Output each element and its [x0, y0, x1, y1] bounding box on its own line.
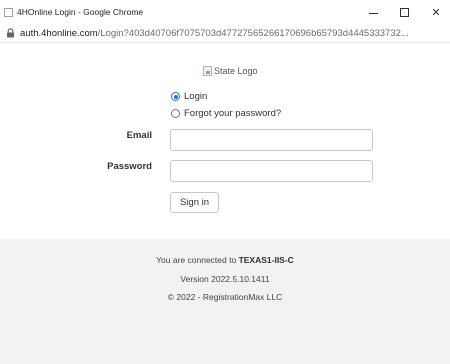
connection-info: You are connected to TEXAS1-IIS-C [0, 255, 450, 265]
lock-icon [7, 28, 14, 38]
email-label: Email [126, 130, 152, 141]
close-button[interactable]: ✕ [424, 4, 448, 20]
window-title: 4HOnline Login - Google Chrome [17, 7, 144, 17]
address-bar[interactable]: auth.4honline.com/Login?403d40706f707570… [0, 24, 450, 43]
email-field[interactable] [170, 129, 373, 151]
forgot-password-radio[interactable] [171, 109, 180, 118]
minimize-button[interactable] [361, 4, 385, 20]
url-text[interactable]: auth.4honline.com/Login?403d40706f707570… [20, 28, 444, 39]
broken-image-icon [203, 66, 212, 76]
state-logo-alt: State Logo [214, 66, 258, 76]
copyright-text: © 2022 - RegistrationMax LLC [167, 292, 283, 302]
maximize-icon [399, 7, 409, 17]
state-logo: State Logo [203, 66, 258, 76]
window-titlebar: 4HOnline Login - Google Chrome ✕ [0, 0, 450, 24]
sign-in-button[interactable]: Sign in [170, 192, 219, 213]
close-icon: ✕ [431, 6, 441, 19]
login-option-label: Login [184, 91, 208, 102]
password-field[interactable] [170, 160, 373, 182]
login-radio[interactable] [171, 92, 180, 101]
page-icon [4, 8, 13, 17]
footer: You are connected to TEXAS1-IIS-C Versio… [0, 239, 450, 364]
version-text: Version 2022.5.10.1411 [180, 274, 270, 284]
forgot-password-option[interactable]: Forgot your password? [171, 108, 281, 119]
login-option[interactable]: Login [171, 91, 207, 102]
password-label: Password [107, 161, 152, 172]
connected-prefix: You are connected to [156, 255, 237, 265]
forgot-password-label: Forgot your password? [184, 108, 282, 119]
minimize-icon [368, 12, 378, 14]
url-path: /Login?403d40706f7075703d477275652661706… [97, 28, 409, 39]
url-host: auth.4honline.com [20, 28, 98, 39]
server-name: TEXAS1-IIS-C [238, 255, 294, 265]
maximize-button[interactable] [392, 4, 416, 20]
